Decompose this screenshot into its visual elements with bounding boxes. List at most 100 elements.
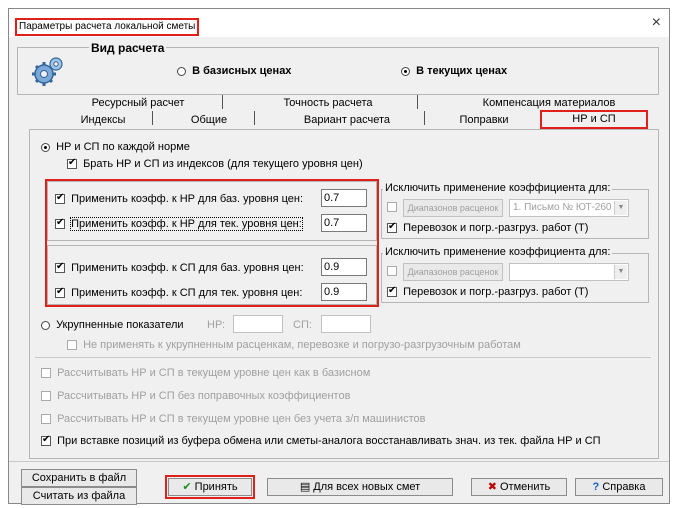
option-restore-from-file-label: При вставке позиций из буфера обмена или…	[57, 435, 601, 447]
option-no-operator-wages[interactable]: Рассчитывать НР и СП в текущем уровне це…	[41, 413, 425, 425]
dialog-window: Параметры расчета локальной сметы × Вид …	[8, 8, 670, 505]
tab-separator	[152, 111, 153, 125]
radio-current-label: В текущих ценах	[416, 65, 508, 77]
option-no-correction[interactable]: Рассчитывать НР и СП без поправочных коэ…	[41, 390, 350, 402]
option-current-as-base-box[interactable]	[41, 368, 51, 379]
exclude-nr-ranges-checkbox[interactable]	[387, 202, 397, 212]
exclude-nr-transport-box[interactable]	[387, 221, 397, 234]
tab-corrections[interactable]: Поправки	[439, 114, 529, 126]
no-apply-enlarged-box[interactable]	[67, 340, 77, 351]
exclude-nr-combo-value: 1. Письмо № ЮТ-260	[513, 202, 612, 213]
cancel-button[interactable]: ✖ Отменить	[471, 478, 567, 496]
option-no-correction-label: Рассчитывать НР и СП без поправочных коэ…	[57, 390, 351, 402]
coeff-sp-base-box[interactable]	[55, 261, 65, 274]
cancel-button-label: Отменить	[500, 481, 551, 493]
tab-resource-calc[interactable]: Ресурсный расчет	[53, 97, 223, 109]
tab-material-compensation[interactable]: Компенсация материалов	[449, 97, 649, 109]
tab-nr-sp[interactable]: НР и СП	[540, 110, 648, 129]
coeff-nr-base-box[interactable]	[55, 192, 65, 205]
coeff-nr-current-input[interactable]: 0.7	[321, 214, 367, 232]
tab-indices[interactable]: Индексы	[53, 114, 153, 126]
option-restore-from-file-box[interactable]	[41, 434, 51, 447]
take-from-indices-box[interactable]	[67, 157, 77, 170]
footer-divider	[9, 461, 669, 462]
coeff-nr-base-input[interactable]: 0.7	[321, 189, 367, 207]
coeff-nr-base-label: Применить коэфф. к НР для баз. уровня це…	[71, 193, 304, 205]
radio-enlarged-indicator[interactable]	[41, 320, 50, 330]
coeff-nr-current-label: Применить коэфф. к НР для тек. уровня це…	[70, 217, 303, 231]
load-from-file-button[interactable]: Считать из файла	[21, 487, 137, 505]
radio-by-norm[interactable]: НР и СП по каждой норме	[41, 141, 190, 153]
radio-base-label: В базисных ценах	[192, 65, 292, 77]
checkmark-icon: ✔	[182, 481, 192, 493]
coeff-sp-base-input[interactable]: 0.9	[321, 258, 367, 276]
coeff-nr-base-checkbox[interactable]: Применить коэфф. к НР для баз. уровня це…	[55, 192, 304, 205]
exclude-sp-transport-box[interactable]	[387, 285, 397, 298]
exclude-sp-transport-checkbox[interactable]: Перевозок и погр.-разгруз. работ (Т)	[387, 285, 589, 298]
option-no-operator-wages-label: Рассчитывать НР и СП в текущем уровне це…	[57, 413, 426, 425]
accept-button-label: Принять	[194, 481, 238, 493]
radio-enlarged-label: Укрупненные показатели	[56, 319, 184, 331]
chevron-down-icon[interactable]: ▼	[614, 265, 627, 279]
tab-separator	[417, 95, 418, 109]
no-apply-enlarged-label: Не применять к укрупненным расценкам, пе…	[83, 339, 521, 351]
exclude-sp-ranges-button[interactable]: Диапазонов расценок	[403, 263, 503, 281]
exclude-sp-combo[interactable]: ▼	[509, 263, 629, 281]
radio-current-indicator[interactable]	[401, 66, 410, 76]
calc-type-label: Вид расчета	[89, 41, 167, 55]
coeff-sp-current-label: Применить коэфф. к СП для тек. уровня це…	[71, 287, 303, 299]
no-apply-enlarged-checkbox[interactable]: Не применять к укрупненным расценкам, пе…	[67, 339, 521, 351]
take-from-indices-label: Брать НР и СП из индексов (для текущего …	[83, 158, 363, 170]
copy-pages-icon: ▤	[299, 481, 311, 493]
close-icon[interactable]: ×	[652, 15, 661, 31]
cross-icon: ✖	[487, 481, 497, 493]
window-title: Параметры расчета локальной сметы	[15, 18, 200, 36]
coeff-nr-current-box[interactable]	[55, 217, 65, 230]
radio-by-norm-label: НР и СП по каждой норме	[56, 141, 190, 153]
radio-enlarged[interactable]: Укрупненные показатели	[41, 319, 184, 331]
help-button[interactable]: ? Справка	[575, 478, 663, 496]
coeff-sp-current-box[interactable]	[55, 286, 65, 299]
enlarged-sp-label: СП:	[293, 319, 312, 331]
coeff-sp-base-label: Применить коэфф. к СП для баз. уровня це…	[71, 262, 304, 274]
coeff-sp-base-checkbox[interactable]: Применить коэфф. к СП для баз. уровня це…	[55, 261, 304, 274]
chevron-down-icon[interactable]: ▼	[614, 201, 627, 215]
tab-nr-sp-label: НР и СП	[572, 113, 616, 125]
for-all-new-button[interactable]: ▤ Для всех новых смет	[267, 478, 453, 496]
tab-general[interactable]: Общие	[169, 114, 249, 126]
for-all-new-label: Для всех новых смет	[313, 481, 421, 493]
radio-by-norm-indicator[interactable]	[41, 142, 50, 152]
enlarged-nr-input[interactable]	[233, 315, 283, 333]
enlarged-nr-label: НР:	[207, 319, 226, 331]
radio-current-prices[interactable]: В текущих ценах	[401, 65, 507, 77]
exclude-sp-transport-label: Перевозок и погр.-разгруз. работ (Т)	[403, 286, 589, 298]
enlarged-sp-input[interactable]	[321, 315, 371, 333]
tab-calc-precision[interactable]: Точность расчета	[243, 97, 413, 109]
save-to-file-button[interactable]: Сохранить в файл	[21, 469, 137, 487]
option-no-operator-wages-box[interactable]	[41, 414, 51, 425]
exclude-group-sp-title: Исключить применение коэффициента для:	[383, 246, 613, 258]
tab-separator	[424, 111, 425, 125]
exclude-nr-transport-checkbox[interactable]: Перевозок и погр.-разгруз. работ (Т)	[387, 221, 589, 234]
coeff-nr-current-checkbox[interactable]: Применить коэфф. к НР для тек. уровня це…	[55, 217, 303, 231]
tab-calc-variant[interactable]: Вариант расчета	[277, 114, 417, 126]
accept-button[interactable]: ✔ Принять	[168, 478, 252, 496]
coeff-sp-current-input[interactable]: 0.9	[321, 283, 367, 301]
option-restore-from-file[interactable]: При вставке позиций из буфера обмена или…	[41, 434, 601, 447]
coeff-sp-current-checkbox[interactable]: Применить коэфф. к СП для тек. уровня це…	[55, 286, 303, 299]
exclude-nr-combo[interactable]: 1. Письмо № ЮТ-260 ▼	[509, 199, 629, 217]
title-bar: Параметры расчета локальной сметы ×	[9, 9, 669, 37]
gears-icon	[31, 55, 65, 89]
tab-separator	[222, 95, 223, 109]
divider	[35, 357, 651, 358]
exclude-nr-transport-label: Перевозок и погр.-разгруз. работ (Т)	[403, 222, 589, 234]
question-icon: ?	[592, 481, 600, 493]
option-current-as-base[interactable]: Рассчитывать НР и СП в текущем уровне це…	[41, 367, 370, 379]
tab-separator	[254, 111, 255, 125]
exclude-sp-ranges-checkbox[interactable]	[387, 266, 397, 276]
take-from-indices-checkbox[interactable]: Брать НР и СП из индексов (для текущего …	[67, 157, 363, 170]
radio-base-indicator[interactable]	[177, 66, 186, 76]
radio-base-prices[interactable]: В базисных ценах	[177, 65, 291, 77]
option-no-correction-box[interactable]	[41, 391, 51, 402]
exclude-nr-ranges-button[interactable]: Диапазонов расценок	[403, 199, 503, 217]
